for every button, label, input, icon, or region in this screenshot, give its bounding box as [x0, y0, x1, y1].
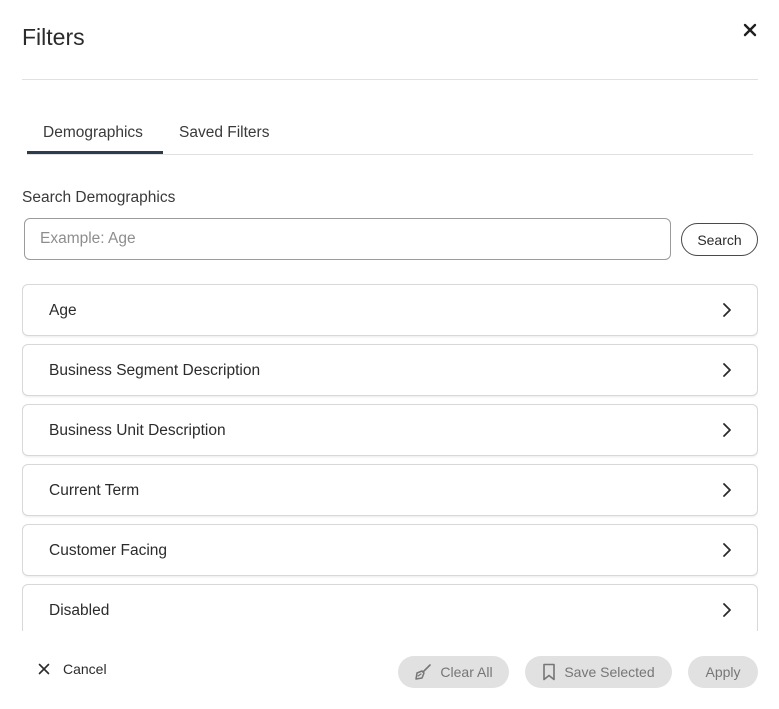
chevron-right-icon [723, 423, 731, 437]
close-icon [743, 23, 757, 37]
bookmark-icon [543, 663, 556, 681]
tab-saved-filters[interactable]: Saved Filters [163, 114, 285, 154]
tab-demographics[interactable]: Demographics [27, 114, 163, 154]
dialog-footer: Cancel Clear All Save Selected Apply [0, 631, 779, 709]
list-item-label: Customer Facing [49, 542, 168, 559]
broom-icon [415, 664, 432, 680]
tab-bar: Demographics Saved Filters [27, 114, 753, 155]
list-item-customer-facing[interactable]: Customer Facing [22, 524, 758, 576]
list-item-label: Disabled [49, 602, 110, 619]
chevron-right-icon [723, 303, 731, 317]
list-item-age[interactable]: Age [22, 284, 758, 336]
chevron-right-icon [723, 483, 731, 497]
cancel-button[interactable]: Cancel [38, 661, 107, 677]
dialog-title: Filters [22, 24, 85, 50]
search-button[interactable]: Search [681, 223, 758, 256]
dialog-header: Filters [22, 22, 758, 80]
clear-all-button[interactable]: Clear All [398, 656, 509, 688]
list-item-disabled[interactable]: Disabled [22, 584, 758, 631]
chevron-right-icon [723, 363, 731, 377]
clear-all-label: Clear All [440, 664, 493, 680]
save-selected-label: Save Selected [564, 664, 655, 680]
cancel-label: Cancel [63, 661, 107, 677]
list-item-business-unit-description[interactable]: Business Unit Description [22, 404, 758, 456]
list-item-current-term[interactable]: Current Term [22, 464, 758, 516]
list-item-label: Age [49, 302, 77, 319]
list-item-label: Business Unit Description [49, 422, 226, 439]
apply-label: Apply [705, 664, 741, 680]
save-selected-button[interactable]: Save Selected [525, 656, 672, 688]
close-icon [38, 663, 50, 675]
close-button[interactable] [738, 18, 762, 42]
search-input[interactable] [24, 218, 671, 260]
tab-label: Demographics [43, 124, 143, 141]
demographics-list[interactable]: Age Business Segment Description Busines… [22, 284, 758, 631]
chevron-right-icon [723, 603, 731, 617]
search-label: Search Demographics [22, 189, 176, 206]
chevron-right-icon [723, 543, 731, 557]
apply-button[interactable]: Apply [688, 656, 758, 688]
list-item-label: Current Term [49, 482, 140, 499]
tab-label: Saved Filters [179, 124, 270, 141]
list-item-label: Business Segment Description [49, 362, 261, 379]
list-item-business-segment-description[interactable]: Business Segment Description [22, 344, 758, 396]
